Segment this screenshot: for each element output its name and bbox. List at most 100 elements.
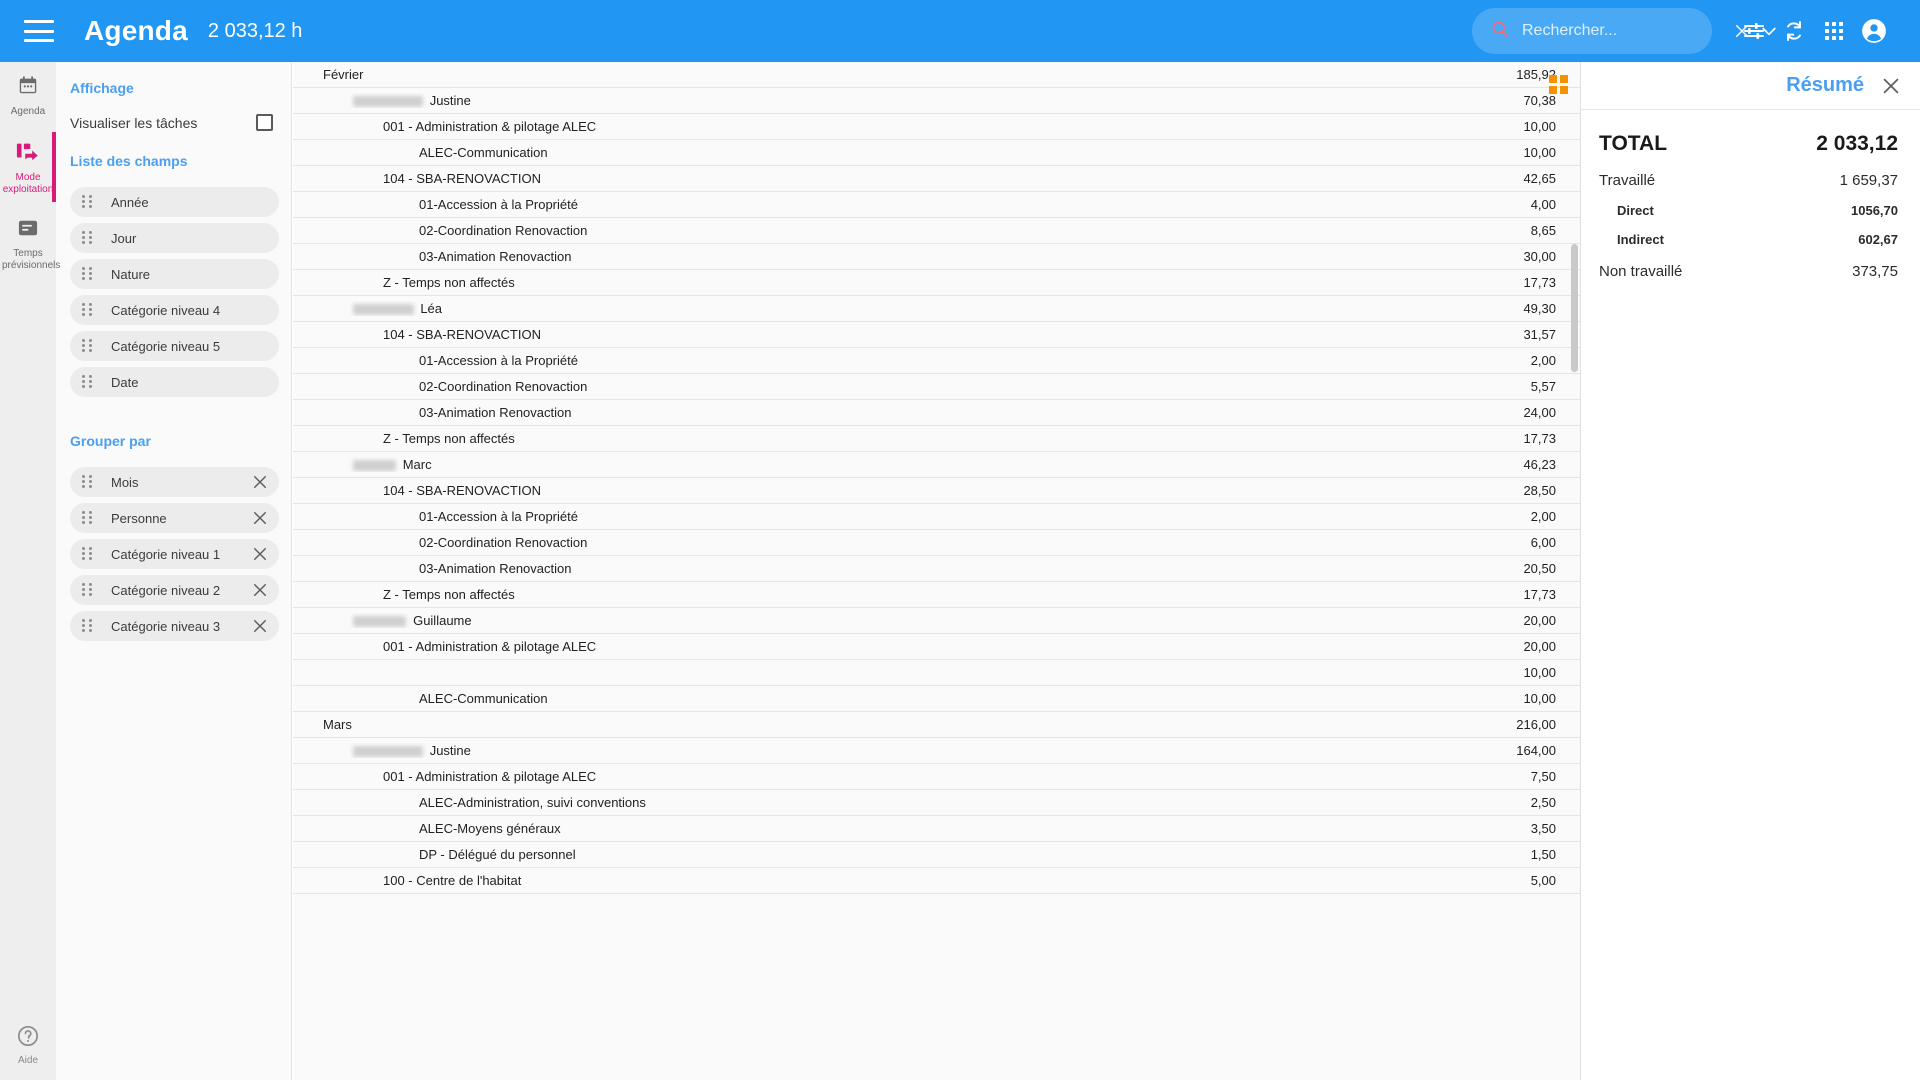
- layout-grid-icon[interactable]: [1549, 75, 1568, 94]
- field-chip[interactable]: Date: [70, 367, 279, 397]
- table-row[interactable]: Février 185,92: [293, 62, 1580, 88]
- remove-group-icon[interactable]: [251, 617, 269, 635]
- table-row[interactable]: 100 - Centre de l'habitat 5,00: [293, 868, 1580, 894]
- drag-handle-icon[interactable]: [82, 267, 93, 281]
- group-label: Catégorie niveau 3: [111, 618, 221, 634]
- table-row[interactable]: DP - Délégué du personnel 1,50: [293, 842, 1580, 868]
- table-row[interactable]: 02-Coordination Renovaction 5,57: [293, 374, 1580, 400]
- table-row-label: ALEC-Communication: [419, 145, 548, 160]
- table-row[interactable]: ALLEMAND Justine164,00: [293, 738, 1580, 764]
- table-row[interactable]: BARTE Marc46,23: [293, 452, 1580, 478]
- drag-handle-icon[interactable]: [82, 511, 93, 525]
- help-button[interactable]: Aide: [0, 1025, 56, 1066]
- table-row-value: 1,50: [1530, 847, 1556, 862]
- sidebar-item-mode-exploitation[interactable]: Mode exploitation: [0, 128, 56, 206]
- sidebar-item-temps-previsionnels[interactable]: Temps prévisionnels: [0, 206, 60, 282]
- summary-header: Résumé: [1581, 62, 1920, 110]
- drag-handle-icon[interactable]: [82, 231, 93, 245]
- field-chip[interactable]: Année: [70, 187, 279, 217]
- calendar-icon: [17, 76, 39, 100]
- remove-group-icon[interactable]: [251, 473, 269, 491]
- field-chip[interactable]: Jour: [70, 223, 279, 253]
- close-summary-icon[interactable]: [1880, 75, 1902, 97]
- table-row[interactable]: 01-Accession à la Propriété 4,00: [293, 192, 1580, 218]
- apps-grid-icon[interactable]: [1814, 11, 1854, 51]
- drag-handle-icon[interactable]: [82, 547, 93, 561]
- table-row[interactable]: ALEC-Administration, suivi conventions 2,…: [293, 790, 1580, 816]
- remove-group-icon[interactable]: [251, 509, 269, 527]
- table-row-value: 216,00: [1516, 717, 1556, 732]
- table-row[interactable]: ALEC-Moyens généraux 3,50: [293, 816, 1580, 842]
- table-row-value: 3,50: [1530, 821, 1556, 836]
- table-row[interactable]: Z - Temps non affectés 17,73: [293, 582, 1580, 608]
- forecast-icon: [17, 220, 39, 242]
- field-chip[interactable]: Catégorie niveau 5: [70, 331, 279, 361]
- table-row[interactable]: ALLEMAND Justine70,38: [293, 88, 1580, 114]
- table-row[interactable]: DELMAS Guillaume20,00: [293, 608, 1580, 634]
- table-row[interactable]: Z - Temps non affectés 17,73: [293, 270, 1580, 296]
- table-row[interactable]: 001 - Administration & pilotage ALEC 7,50: [293, 764, 1580, 790]
- group-chip[interactable]: Catégorie niveau 3: [70, 611, 279, 641]
- table-row[interactable]: 104 - SBA-RENOVACTION 42,65: [293, 166, 1580, 192]
- table-row[interactable]: Z - Temps non affectés 17,73: [293, 426, 1580, 452]
- table-row[interactable]: 001 - Administration & pilotage ALEC 10,0…: [293, 114, 1580, 140]
- drag-handle-icon[interactable]: [82, 195, 93, 209]
- hamburger-menu-icon[interactable]: [24, 20, 54, 42]
- table-row[interactable]: 02-Coordination Renovaction 8,65: [293, 218, 1580, 244]
- group-list: Mois Personne Catégorie niveau 1 Catégor…: [70, 467, 279, 641]
- table-row-label: Z - Temps non affectés: [383, 431, 515, 446]
- table-row[interactable]: 10,00: [293, 660, 1580, 686]
- table-row[interactable]: 01-Accession à la Propriété 2,00: [293, 348, 1580, 374]
- visualize-tasks-row[interactable]: Visualiser les tâches: [70, 114, 273, 131]
- search-input[interactable]: [1522, 22, 1729, 40]
- group-chip[interactable]: Catégorie niveau 2: [70, 575, 279, 605]
- table-row[interactable]: 03-Animation Renovaction 20,50: [293, 556, 1580, 582]
- table-row[interactable]: 01-Accession à la Propriété 2,00: [293, 504, 1580, 530]
- table-row-label: 001 - Administration & pilotage ALEC: [383, 119, 597, 134]
- drag-handle-icon[interactable]: [82, 583, 93, 597]
- table-row-label: Mars: [323, 717, 352, 732]
- drag-handle-icon[interactable]: [82, 339, 93, 353]
- sidebar-item-agenda[interactable]: Agenda: [0, 62, 56, 128]
- field-chip[interactable]: Catégorie niveau 4: [70, 295, 279, 325]
- table-row[interactable]: ALEC-Communication 10,00: [293, 686, 1580, 712]
- table-row[interactable]: 104 - SBA-RENOVACTION 31,57: [293, 322, 1580, 348]
- remove-group-icon[interactable]: [251, 545, 269, 563]
- table-row[interactable]: 03-Animation Renovaction 30,00: [293, 244, 1580, 270]
- table-row-value: 4,00: [1530, 197, 1556, 212]
- table-row-value: 8,65: [1530, 223, 1556, 238]
- table-row[interactable]: 104 - SBA-RENOVACTION 28,50: [293, 478, 1580, 504]
- search-box[interactable]: [1472, 8, 1776, 54]
- table-row[interactable]: Mars 216,00: [293, 712, 1580, 738]
- tune-icon[interactable]: [1734, 11, 1774, 51]
- table-row[interactable]: GALLAND Léa49,30: [293, 296, 1580, 322]
- account-circle-icon[interactable]: [1854, 11, 1894, 51]
- visualize-tasks-checkbox[interactable]: [256, 114, 273, 131]
- summary-row-label: Non travaillé: [1599, 263, 1683, 280]
- summary-row: Indirect 602,67: [1581, 232, 1920, 247]
- field-chip[interactable]: Nature: [70, 259, 279, 289]
- remove-group-icon[interactable]: [251, 581, 269, 599]
- sync-icon[interactable]: [1774, 11, 1814, 51]
- table-row-value: 164,00: [1516, 743, 1556, 758]
- field-label: Nature: [111, 266, 151, 282]
- table-row[interactable]: 03-Animation Renovaction 24,00: [293, 400, 1580, 426]
- table-row-label: Z - Temps non affectés: [383, 275, 515, 290]
- group-chip[interactable]: Personne: [70, 503, 279, 533]
- table-row[interactable]: 001 - Administration & pilotage ALEC 20,0…: [293, 634, 1580, 660]
- table-row-value: 30,00: [1523, 249, 1556, 264]
- vertical-scrollbar[interactable]: [1571, 244, 1578, 372]
- drag-handle-icon[interactable]: [82, 475, 93, 489]
- table-row[interactable]: ALEC-Communication 10,00: [293, 140, 1580, 166]
- group-chip[interactable]: Catégorie niveau 1: [70, 539, 279, 569]
- summary-row-label: Travaillé: [1599, 172, 1656, 189]
- group-chip[interactable]: Mois: [70, 467, 279, 497]
- field-label: Catégorie niveau 5: [111, 338, 221, 354]
- drag-handle-icon[interactable]: [82, 619, 93, 633]
- table-row-label: 104 - SBA-RENOVACTION: [383, 171, 541, 186]
- field-label: Jour: [111, 230, 137, 246]
- drag-handle-icon[interactable]: [82, 303, 93, 317]
- drag-handle-icon[interactable]: [82, 375, 93, 389]
- table-row-label: ALLEMAND Justine: [293, 743, 1516, 758]
- table-row[interactable]: 02-Coordination Renovaction 6,00: [293, 530, 1580, 556]
